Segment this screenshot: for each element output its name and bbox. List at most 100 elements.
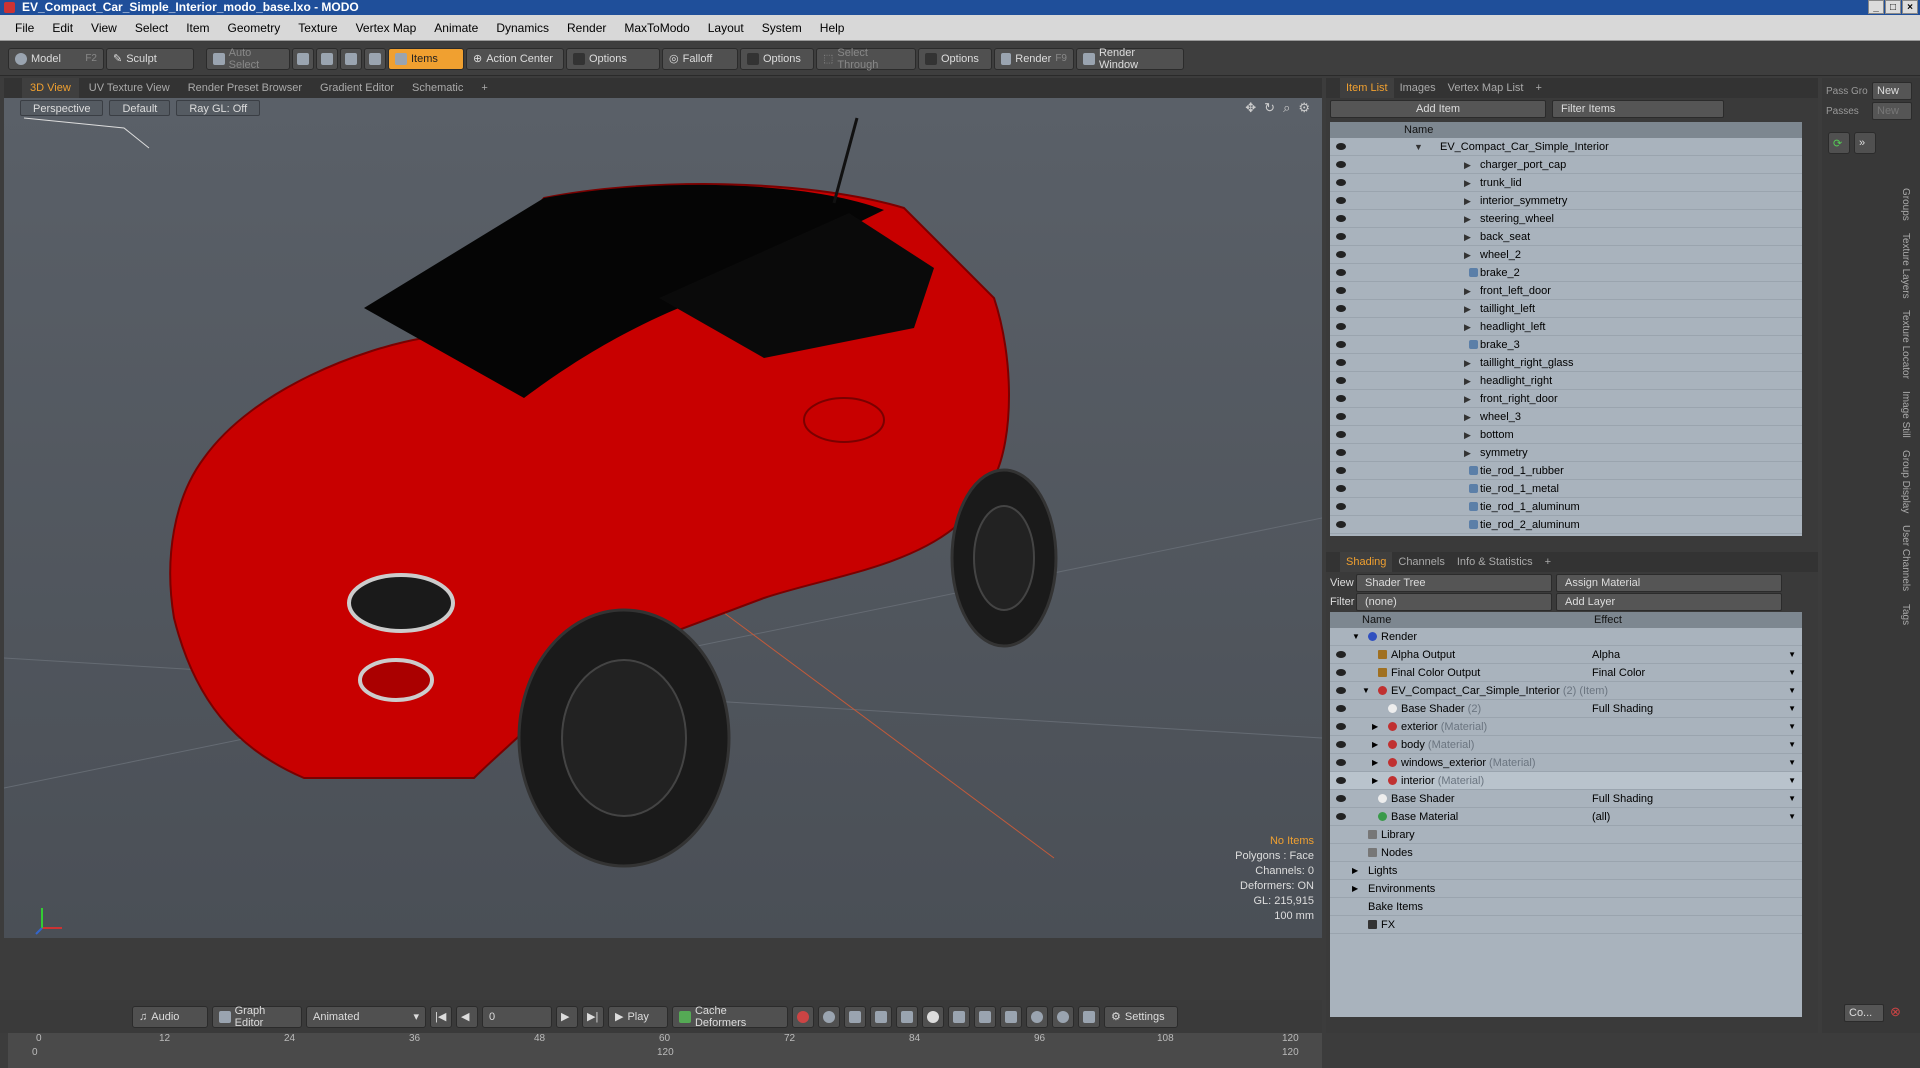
expand-icon[interactable]: ▶ [1464,408,1471,426]
tree-item[interactable]: ▶ trunk_lid [1330,174,1802,192]
tree-item[interactable]: ▶ headlight_right [1330,372,1802,390]
animated-dropdown[interactable]: Animated ▾ [306,1005,426,1028]
model-mode-button[interactable]: Model F2 [8,47,104,70]
minimize-button[interactable]: _ [1868,0,1884,14]
shader-row[interactable]: ▶ body (Material) ▼ [1330,736,1802,754]
chevron-down-icon[interactable]: ▼ [1788,682,1796,700]
frame-input[interactable]: 0 [482,1005,552,1028]
visibility-eye-icon[interactable] [1336,431,1346,438]
expand-icon[interactable]: ▶ [1464,390,1471,408]
visibility-eye-icon[interactable] [1336,705,1346,712]
visibility-eye-icon[interactable] [1336,179,1346,186]
menu-item[interactable]: Item [177,21,218,35]
visibility-eye-icon[interactable] [1336,795,1346,802]
tree-item[interactable]: ▶ interior_symmetry [1330,192,1802,210]
visibility-eye-icon[interactable] [1336,687,1346,694]
expand-icon[interactable]: ▶ [1372,736,1378,754]
visibility-eye-icon[interactable] [1336,777,1346,784]
visibility-eye-icon[interactable] [1336,359,1346,366]
shader-row[interactable]: Base Material (all) ▼ [1330,808,1802,826]
chevron-down-icon[interactable]: ▼ [1788,646,1796,664]
chevron-down-icon[interactable]: ▼ [1788,664,1796,682]
zoom-icon[interactable]: ⌕ [1283,100,1290,116]
shader-row[interactable]: ▼ EV_Compact_Car_Simple_Interior (2) (Ite… [1330,682,1802,700]
expand-icon[interactable]: ▶ [1464,426,1471,444]
visibility-eye-icon[interactable] [1336,341,1346,348]
tab-info-statistics[interactable]: Info & Statistics [1451,552,1539,572]
tree-item[interactable]: brake_2 [1330,264,1802,282]
tab-render-preset-browser[interactable]: Render Preset Browser [180,78,310,98]
play-button[interactable]: ▶ Play [608,1005,668,1028]
polygons-mode-button[interactable] [340,47,362,70]
tree-item[interactable]: ▶ symmetry [1330,444,1802,462]
visibility-eye-icon[interactable] [1336,413,1346,420]
visibility-eye-icon[interactable] [1336,287,1346,294]
tab-schematic[interactable]: Schematic [404,78,471,98]
tree-item[interactable]: ▶ wheel_3 [1330,408,1802,426]
tab-item-list[interactable]: Item List [1340,78,1394,98]
visibility-eye-icon[interactable] [1336,305,1346,312]
tree-item[interactable]: ▶ front_right_door [1330,390,1802,408]
new-pass-button[interactable]: New [1872,102,1912,120]
visibility-eye-icon[interactable] [1336,269,1346,276]
key-tool-6[interactable] [948,1005,970,1028]
viewport-settings-icon[interactable]: ⚙ [1298,100,1310,116]
assign-material-button[interactable]: Assign Material [1556,574,1782,592]
tab-gradient-editor[interactable]: Gradient Editor [312,78,402,98]
shader-row[interactable]: ▶ Lights [1330,862,1802,880]
prev-frame-button[interactable]: ◀ [456,1005,478,1028]
action-center-options-button[interactable]: Options [566,47,660,70]
menu-layout[interactable]: Layout [699,21,753,35]
tree-item[interactable]: ▶ wheel_2 [1330,246,1802,264]
tree-item[interactable]: brake_3 [1330,336,1802,354]
falloff-options-button[interactable]: Options [740,47,814,70]
tree-item[interactable]: ▶ charger_port_cap [1330,156,1802,174]
tab-user-channels[interactable]: User Channels [1900,525,1911,591]
menu-animate[interactable]: Animate [425,21,487,35]
chevron-down-icon[interactable]: ▼ [1788,736,1796,754]
shader-row[interactable]: Nodes [1330,844,1802,862]
render-button[interactable]: Render F9 [994,47,1074,70]
edges-mode-button[interactable] [316,47,338,70]
tree-item[interactable]: tie_rod_1_aluminum [1330,498,1802,516]
menu-vertex-map[interactable]: Vertex Map [347,21,426,35]
expand-icon[interactable]: ▶ [1372,718,1378,736]
stop-icon[interactable]: ⊗ [1890,1004,1901,1022]
visibility-eye-icon[interactable] [1336,759,1346,766]
key-tool-3[interactable] [844,1005,866,1028]
expand-icon[interactable]: ▶ [1464,354,1471,372]
add-layer-dropdown[interactable]: Add Layer [1556,593,1782,611]
tab-vertex-map-list[interactable]: Vertex Map List [1442,78,1530,98]
expand-icon[interactable]: ▶ [1352,880,1358,898]
menu-file[interactable]: File [6,21,43,35]
cache-deformers-button[interactable]: Cache Deformers [672,1005,788,1029]
raygl-toggle[interactable]: Ray GL: Off [176,100,261,116]
shading-style-dropdown[interactable]: Default [109,100,171,116]
visibility-eye-icon[interactable] [1336,723,1346,730]
visibility-eye-icon[interactable] [1336,521,1346,528]
visibility-eye-icon[interactable] [1336,233,1346,240]
tree-item[interactable]: ▶ steering_wheel [1330,210,1802,228]
3d-viewport[interactable]: Perspective Default Ray GL: Off ✥ ↻ ⌕ ⚙ … [4,98,1322,938]
perspective-dropdown[interactable]: Perspective [20,100,104,116]
visibility-eye-icon[interactable] [1336,485,1346,492]
menu-system[interactable]: System [753,21,811,35]
tree-item[interactable]: ▶ back_seat [1330,228,1802,246]
action-center-button[interactable]: ⊕ Action Center [466,47,564,70]
tree-item[interactable]: ▶ bottom [1330,426,1802,444]
visibility-eye-icon[interactable] [1336,395,1346,402]
tab-shading[interactable]: Shading [1340,552,1393,572]
visibility-eye-icon[interactable] [1336,813,1346,820]
tab-3d-view[interactable]: 3D View [22,78,79,98]
expand-icon[interactable]: ▶ [1464,318,1471,336]
last-frame-button[interactable]: ▶| [582,1005,604,1028]
expand-panel-button[interactable]: » [1854,132,1876,154]
sculpt-mode-button[interactable]: ✎ Sculpt [106,47,194,70]
settings-button[interactable]: ⚙ Settings [1104,1005,1178,1028]
select-options-button[interactable]: Options [918,47,992,70]
record-button[interactable] [922,1005,944,1028]
tab-image-still[interactable]: Image Still [1900,391,1911,438]
expand-icon[interactable]: ▶ [1464,444,1471,462]
menu-edit[interactable]: Edit [43,21,82,35]
expand-icon[interactable]: ▶ [1464,228,1471,246]
